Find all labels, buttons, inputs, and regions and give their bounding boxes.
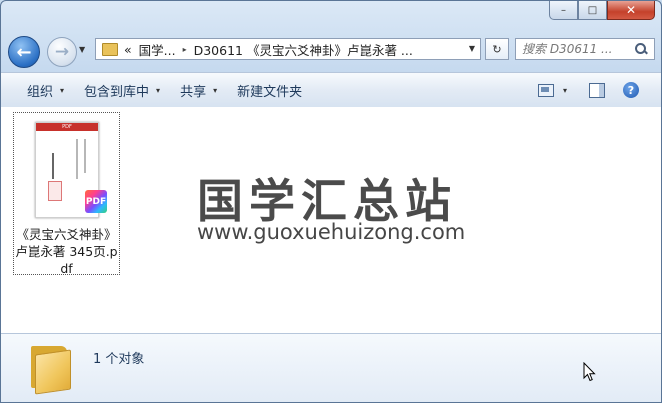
forward-icon[interactable]: → <box>47 37 77 67</box>
item-count-status: 1 个对象 <box>93 352 145 367</box>
thumbnail-text-line <box>84 139 86 173</box>
back-icon[interactable]: ← <box>8 36 40 68</box>
search-icon[interactable] <box>634 42 648 56</box>
breadcrumb-current[interactable]: D30611 《灵宝六爻神卦》卢崑永著 ... <box>194 40 413 59</box>
include-in-library-label: 包含到库中 <box>84 84 150 100</box>
watermark-url: www.guoxuehuizong.com <box>197 220 466 244</box>
share-menu[interactable]: 共享 ▾ <box>180 81 217 100</box>
refresh-icon[interactable]: ↻ <box>485 38 509 60</box>
minimize-button[interactable]: – <box>549 1 578 20</box>
file-list-area[interactable]: PDF PDF 《灵宝六爻神卦》卢崑永著 345页.pdf 国学汇总站 www.… <box>1 107 661 333</box>
chevron-down-icon: ▾ <box>60 85 65 95</box>
mouse-cursor-icon <box>583 362 596 382</box>
thumbnail-text-line <box>52 153 54 179</box>
view-controls: ▾ ? <box>537 73 661 107</box>
new-folder-button[interactable]: 新建文件夹 <box>237 81 302 100</box>
details-pane: 1 个对象 <box>1 333 661 402</box>
search-box[interactable] <box>515 38 655 60</box>
share-label: 共享 <box>180 84 207 100</box>
preview-pane-icon[interactable] <box>589 82 605 98</box>
thumbnail-text-line <box>76 139 78 179</box>
file-item-pdf[interactable]: PDF PDF 《灵宝六爻神卦》卢崑永著 345页.pdf <box>13 112 120 276</box>
maximize-button[interactable]: □ <box>578 1 607 20</box>
thumbnail-header: PDF <box>36 123 98 131</box>
help-icon[interactable]: ? <box>623 82 639 98</box>
folder-icon <box>102 42 118 56</box>
close-button[interactable]: ✕ <box>607 1 655 20</box>
caption-buttons: – □ ✕ <box>549 1 655 20</box>
organize-menu[interactable]: 组织 ▾ <box>27 81 64 100</box>
new-folder-label: 新建文件夹 <box>237 84 303 100</box>
address-bar[interactable]: « 国学... ▸ D30611 《灵宝六爻神卦》卢崑永著 ... ▼ <box>95 38 481 60</box>
address-dropdown-icon[interactable]: ▼ <box>469 44 475 53</box>
views-icon[interactable] <box>537 83 554 97</box>
search-input[interactable] <box>522 42 632 56</box>
breadcrumb-item[interactable]: 国学... <box>139 40 176 59</box>
file-name: 《灵宝六爻神卦》卢崑永著 345页.pdf <box>15 227 118 276</box>
include-in-library-menu[interactable]: 包含到库中 ▾ <box>84 81 160 100</box>
command-bar: 组织 ▾ 包含到库中 ▾ 共享 ▾ 新建文件夹 ▾ ? <box>1 72 661 108</box>
folder-icon <box>31 346 71 395</box>
thumbnail-seal <box>48 181 62 201</box>
breadcrumb-separator[interactable]: ▸ <box>183 45 187 54</box>
chevron-down-icon: ▾ <box>156 85 161 95</box>
organize-label: 组织 <box>27 84 54 100</box>
explorer-window: – □ ✕ ← → ▼ « 国学... ▸ D30611 《灵宝六爻神卦》卢崑永… <box>0 0 662 403</box>
recent-pages-dropdown[interactable]: ▼ <box>79 45 85 54</box>
pdf-icon: PDF <box>85 190 107 213</box>
chevron-down-icon[interactable]: ▾ <box>563 86 567 95</box>
chevron-down-icon: ▾ <box>213 85 218 95</box>
navigation-bar: ← → ▼ « 国学... ▸ D30611 《灵宝六爻神卦》卢崑永著 ... … <box>1 34 661 68</box>
breadcrumb-overflow[interactable]: « <box>124 42 132 57</box>
